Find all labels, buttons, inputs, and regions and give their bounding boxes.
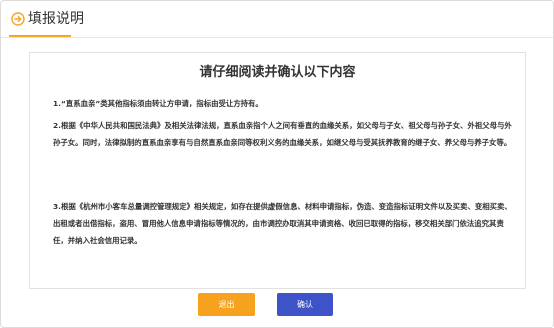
notice-paragraph-3: 3.根据《杭州市小客车总量调控管理规定》相关规定，如存在提供虚假信息、材料申请指… (53, 202, 512, 245)
form-panel: 填报说明 请仔细阅读并确认以下内容 1.“直系血亲”类其他指标须由转让方申请，指… (0, 0, 554, 328)
panel-header: 填报说明 (1, 1, 553, 38)
arrow-right-circle-icon (11, 12, 25, 26)
panel-title: 填报说明 (28, 11, 84, 27)
exit-button[interactable]: 退出 (198, 293, 255, 316)
notice-box: 请仔细阅读并确认以下内容 1.“直系血亲”类其他指标须由转让方申请，指标由受让方… (29, 52, 526, 289)
title-underline (9, 35, 71, 37)
confirm-button[interactable]: 确认 (277, 293, 333, 316)
notice-paragraph-2: 2.根据《中华人民共和国民法典》及相关法律法规，直系血亲指个人之间有垂直的血缘关… (53, 121, 512, 147)
notice-title: 请仔细阅读并确认以下内容 (199, 65, 356, 80)
notice-paragraph-1: 1.“直系血亲”类其他指标须由转让方申请，指标由受让方持有。 (53, 99, 263, 108)
